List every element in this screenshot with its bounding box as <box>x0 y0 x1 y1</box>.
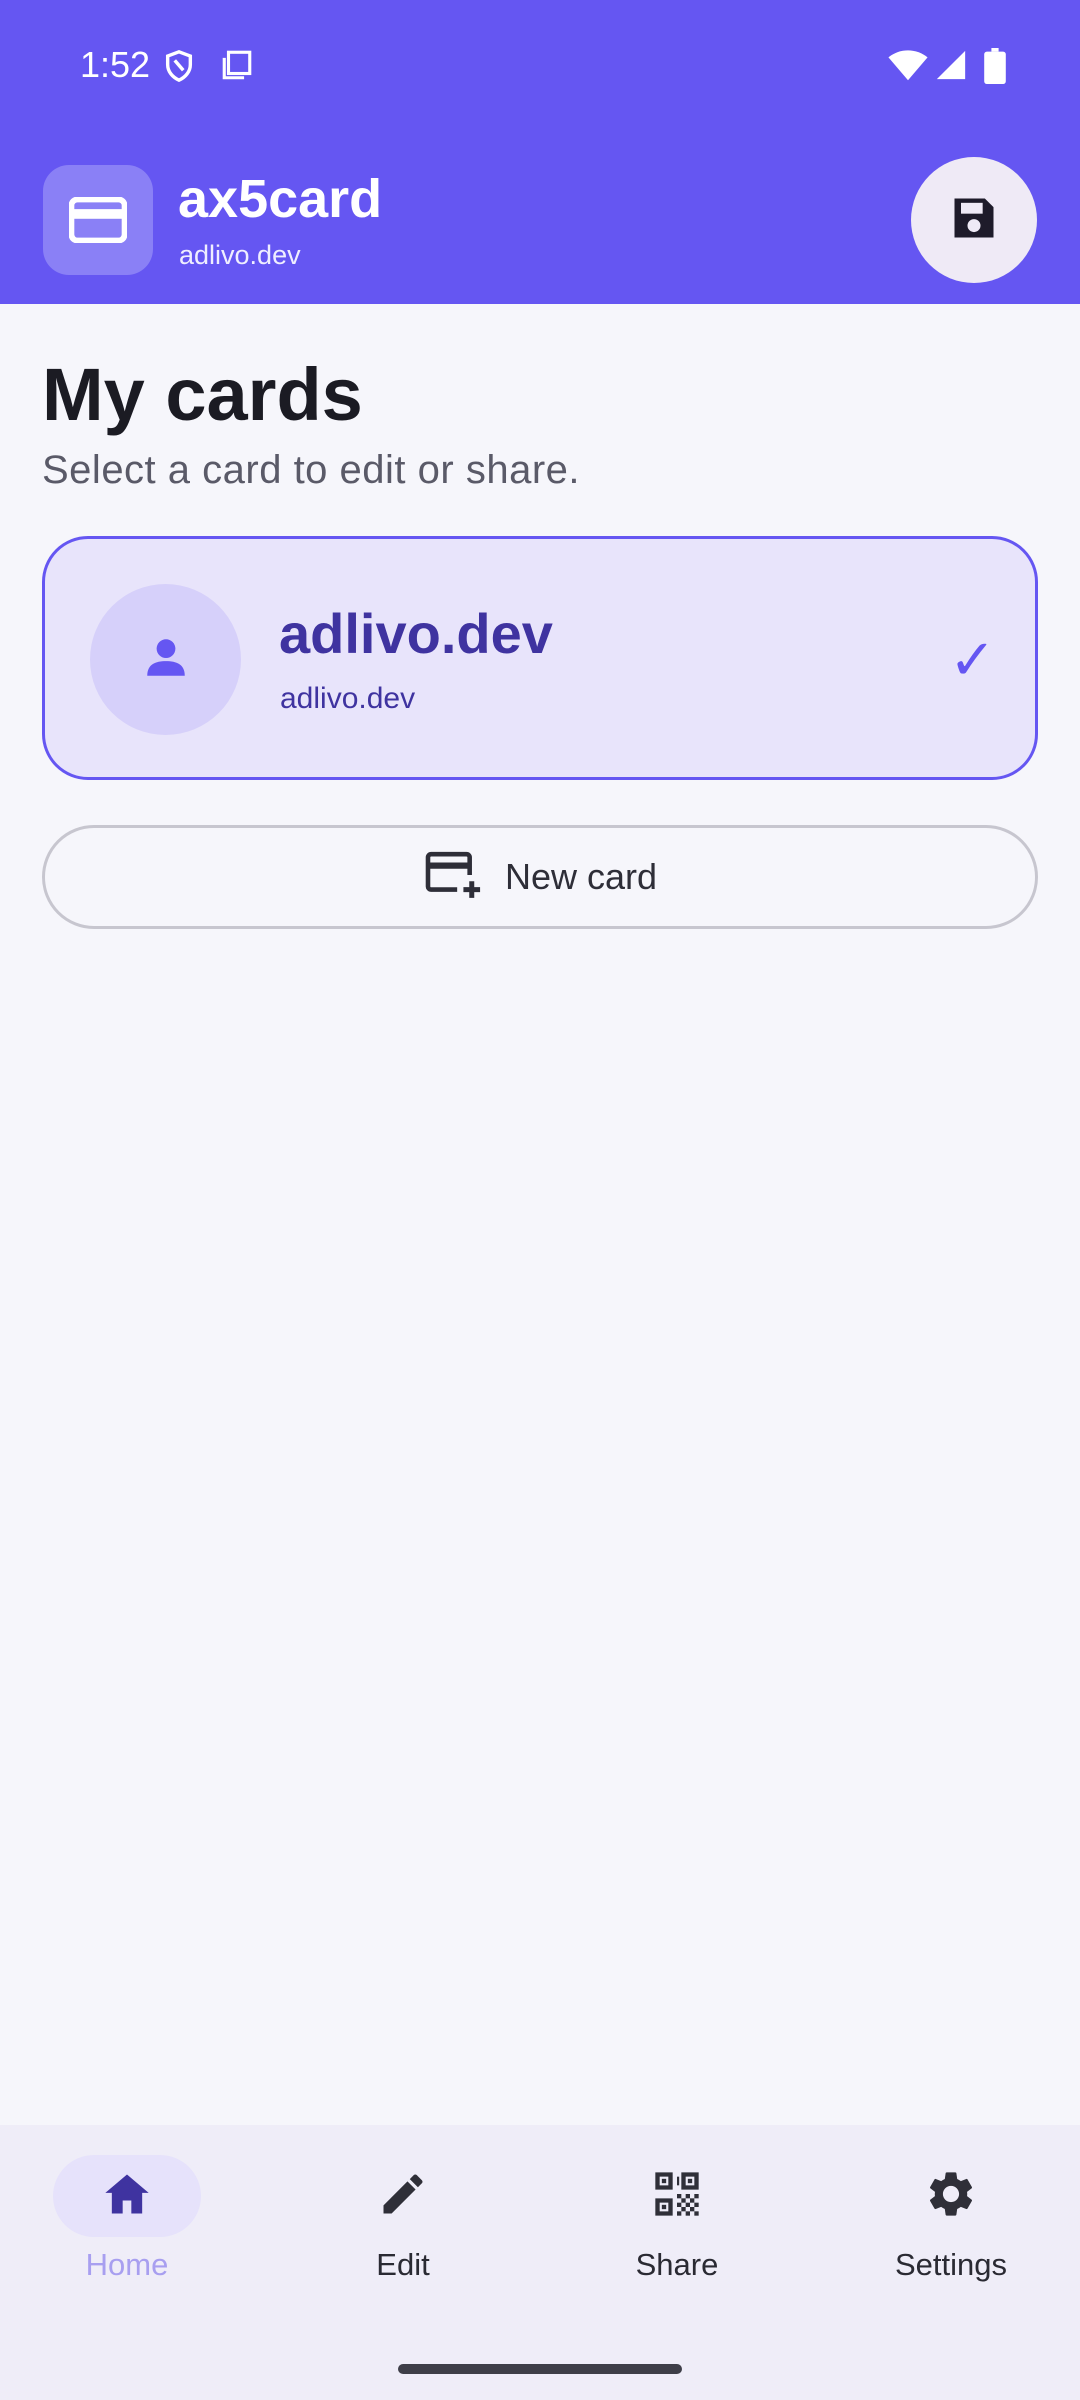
nav-item-edit[interactable]: Edit <box>303 2155 503 2295</box>
bottom-navigation: Home Edit Share Settings <box>0 2125 1080 2400</box>
signal-icon <box>934 48 968 87</box>
nav-item-settings[interactable]: Settings <box>851 2155 1051 2295</box>
page-title: My cards <box>42 353 363 436</box>
nav-label-share: Share <box>635 2247 719 2282</box>
wifi-icon <box>887 48 929 87</box>
battery-icon <box>984 48 1006 89</box>
avatar <box>90 584 241 735</box>
status-bar: 1:52 <box>0 0 1080 130</box>
page-subtitle: Select a card to edit or share. <box>42 448 580 492</box>
status-time: 1:52 <box>80 44 151 85</box>
gear-icon <box>924 2167 978 2226</box>
pencil-icon <box>377 2168 429 2225</box>
card-item-selected[interactable]: adlivo.dev adlivo.dev ✓ <box>42 536 1038 780</box>
save-icon <box>948 192 1000 249</box>
nav-label-settings: Settings <box>894 2247 1007 2282</box>
home-indicator[interactable] <box>398 2364 682 2374</box>
checkmark-icon: ✓ <box>949 628 996 691</box>
nav-label-edit: Edit <box>376 2247 430 2282</box>
save-button[interactable] <box>911 157 1037 283</box>
app-title: ax5card <box>178 169 383 229</box>
card-title: adlivo.dev <box>279 602 553 665</box>
app-subtitle: adlivo.dev <box>179 240 301 270</box>
credit-card-icon <box>43 165 153 275</box>
screenshot-icon <box>220 48 254 87</box>
top-app-bar: 1:52 ax5card adlivo.dev <box>0 0 1080 304</box>
nav-item-home[interactable]: Home <box>27 2155 227 2295</box>
qr-code-icon <box>651 2168 703 2225</box>
add-card-icon <box>423 850 483 905</box>
shield-icon <box>162 48 196 89</box>
nav-item-share[interactable]: Share <box>577 2155 777 2295</box>
new-card-button[interactable]: New card <box>42 825 1038 929</box>
person-icon <box>141 632 191 687</box>
new-card-label: New card <box>504 856 658 897</box>
home-icon <box>101 2168 153 2225</box>
card-subtitle: adlivo.dev <box>280 682 416 715</box>
nav-label-home: Home <box>85 2247 169 2282</box>
